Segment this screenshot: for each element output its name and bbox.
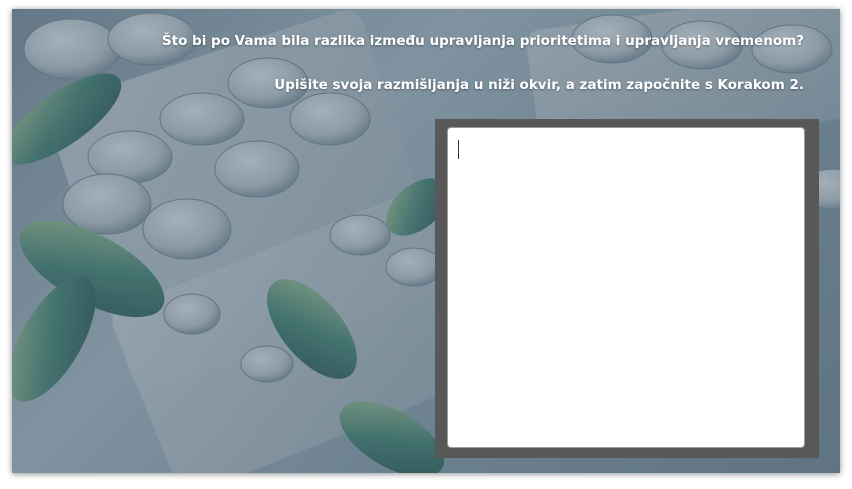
text-cursor <box>458 140 459 159</box>
answer-text-input[interactable] <box>447 127 805 448</box>
slide: Što bi po Vama bila razlika između uprav… <box>12 9 840 473</box>
answer-box-frame <box>435 119 819 458</box>
question-text: Što bi po Vama bila razlika između uprav… <box>161 33 804 49</box>
instruction-text: Upišite svoja razmišljanja u niži okvir,… <box>274 77 804 93</box>
